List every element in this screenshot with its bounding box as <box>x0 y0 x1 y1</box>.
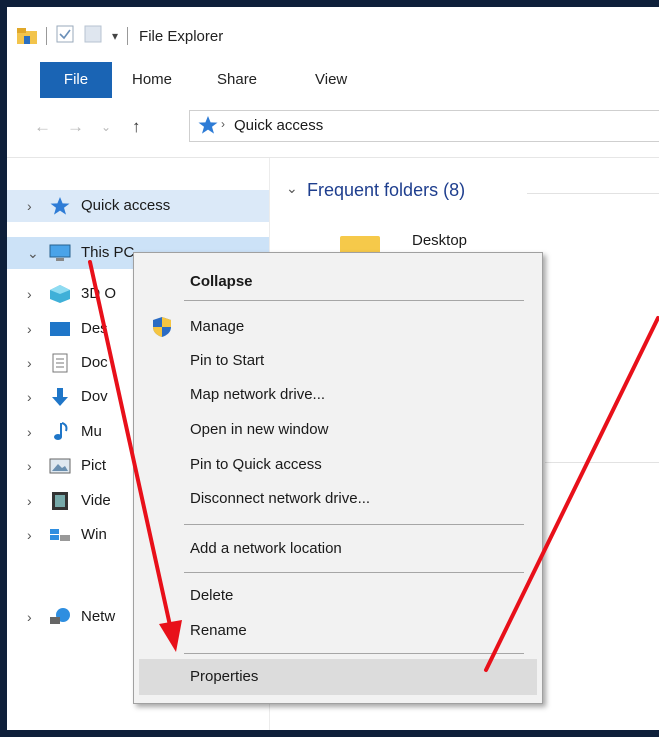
context-menu: Collapse Manage Pin to Start Map network… <box>133 252 543 704</box>
star-icon <box>49 196 71 216</box>
shield-icon <box>152 316 172 338</box>
menu-label: Map network drive... <box>190 386 326 403</box>
nav-label: Mu <box>81 423 102 440</box>
menu-label: Properties <box>190 668 259 685</box>
drive-icon <box>49 525 71 545</box>
menu-item-rename[interactable]: Rename <box>134 614 542 648</box>
section-divider <box>527 193 659 194</box>
properties-check-icon[interactable] <box>56 25 74 47</box>
desktop-icon <box>49 319 71 339</box>
new-folder-icon[interactable] <box>84 25 102 47</box>
tab-file[interactable]: File <box>40 62 112 98</box>
folder-icon <box>17 28 37 44</box>
menu-separator <box>184 300 524 301</box>
back-arrow-icon[interactable]: ← <box>34 117 51 137</box>
chevron-right-icon[interactable]: › <box>27 286 32 302</box>
menu-label: Collapse <box>190 273 253 290</box>
customize-dropdown-icon[interactable]: ▾ <box>112 29 118 43</box>
chevron-right-icon[interactable]: › <box>27 424 32 440</box>
nav-item-quick-access[interactable]: › Quick access <box>7 190 269 222</box>
menu-separator <box>184 572 524 573</box>
toolbar-separator <box>127 27 129 45</box>
menu-item-map-network-drive[interactable]: Map network drive... <box>134 378 542 412</box>
picture-icon <box>49 456 71 476</box>
up-arrow-icon[interactable]: ↑ <box>132 117 141 137</box>
menu-label: Add a network location <box>190 540 342 557</box>
network-icon <box>49 607 71 627</box>
menu-label: Manage <box>190 318 245 335</box>
cube-icon <box>49 284 71 304</box>
menu-item-properties[interactable]: Properties <box>139 659 537 695</box>
menu-item-pin-to-quick-access[interactable]: Pin to Quick access <box>134 448 542 482</box>
nav-label: 3D O <box>81 285 117 302</box>
breadcrumb-chevron-icon: › <box>221 117 225 131</box>
menu-label: Pin to Quick access <box>190 456 322 473</box>
chevron-right-icon[interactable]: › <box>27 609 32 625</box>
window-title: File Explorer <box>139 27 224 45</box>
menu-item-open-in-new-window[interactable]: Open in new window <box>134 413 542 447</box>
menu-separator <box>184 653 524 654</box>
recent-dropdown-icon[interactable]: ⌄ <box>101 120 111 134</box>
breadcrumb-quick-access[interactable]: Quick access <box>234 117 323 134</box>
ribbon: File Home Share View <box>7 62 659 99</box>
video-icon <box>49 491 71 511</box>
section-title-frequent-folders[interactable]: Frequent folders (8) <box>307 180 465 201</box>
menu-item-delete[interactable]: Delete <box>134 579 542 613</box>
chevron-right-icon[interactable]: › <box>27 321 32 337</box>
menu-item-manage[interactable]: Manage <box>134 310 542 344</box>
chevron-right-icon[interactable]: › <box>27 527 32 543</box>
tab-view[interactable]: View <box>315 62 347 98</box>
chevron-right-icon[interactable]: › <box>27 198 32 214</box>
star-icon <box>198 115 218 139</box>
chevron-right-icon[interactable]: › <box>27 389 32 405</box>
nav-label: Vide <box>81 492 111 509</box>
menu-label: Disconnect network drive... <box>190 490 371 507</box>
forward-arrow-icon[interactable]: → <box>67 117 84 137</box>
nav-label: Pict <box>81 457 107 474</box>
folder-label[interactable]: Desktop <box>412 232 467 249</box>
menu-label: Rename <box>190 622 247 639</box>
menu-item-add-network-location[interactable]: Add a network location <box>134 532 542 566</box>
menu-label: Open in new window <box>190 421 329 438</box>
computer-icon <box>49 243 71 263</box>
address-bar[interactable]: › Quick access <box>189 110 659 142</box>
menu-item-pin-to-start[interactable]: Pin to Start <box>134 344 542 378</box>
nav-label: Win <box>81 526 107 543</box>
nav-label: Quick access <box>81 197 171 214</box>
menu-label: Delete <box>190 587 234 604</box>
chevron-right-icon[interactable]: › <box>27 355 32 371</box>
tab-share[interactable]: Share <box>217 62 257 98</box>
nav-label: Netw <box>81 608 116 625</box>
music-icon <box>49 422 71 442</box>
chevron-right-icon[interactable]: › <box>27 493 32 509</box>
title-bar: ▾ File Explorer <box>7 7 659 62</box>
menu-separator <box>184 524 524 525</box>
document-icon <box>49 353 71 373</box>
menu-item-disconnect-network-drive[interactable]: Disconnect network drive... <box>134 482 542 516</box>
nav-label: Doc <box>81 354 108 371</box>
menu-item-collapse[interactable]: Collapse <box>134 265 542 299</box>
toolbar-separator <box>46 27 47 45</box>
divider <box>7 157 659 158</box>
section-divider <box>545 462 659 463</box>
quick-access-toolbar: ▾ File Explorer <box>17 25 223 47</box>
nav-label: This PC <box>81 244 135 261</box>
chevron-down-icon[interactable]: ⌄ <box>286 180 298 197</box>
download-icon <box>49 387 71 407</box>
chevron-down-icon[interactable]: ⌄ <box>27 245 39 262</box>
chevron-right-icon[interactable]: › <box>27 458 32 474</box>
address-row: ← → ⌄ ↑ › Quick access <box>7 98 659 154</box>
nav-label: Dov <box>81 388 108 405</box>
nav-label: Des <box>81 320 108 337</box>
menu-label: Pin to Start <box>190 352 265 369</box>
tab-home[interactable]: Home <box>132 62 172 98</box>
